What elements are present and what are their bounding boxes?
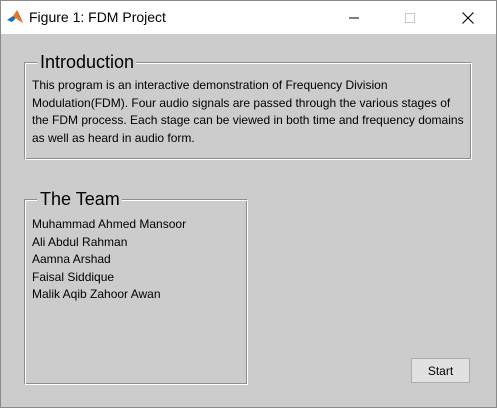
introduction-text: This program is an interactive demonstra… — [32, 78, 464, 145]
window-title: Figure 1: FDM Project — [29, 9, 166, 25]
team-member: Faisal Siddique — [32, 269, 115, 284]
team-member: Aamna Arshad — [32, 252, 111, 266]
maximize-icon — [405, 12, 415, 23]
figure-client-area: Introduction This program is an interact… — [1, 34, 496, 407]
close-button[interactable] — [445, 1, 491, 34]
team-panel-title: The Team — [37, 189, 122, 209]
figure-window: Figure 1: FDM Project Introduction This … — [0, 0, 497, 408]
team-panel: The Team Muhammad Ahmed Mansoor Ali Abdu… — [24, 189, 248, 385]
maximize-button[interactable] — [387, 1, 433, 34]
matlab-icon — [6, 8, 24, 26]
introduction-panel-title: Introduction — [37, 52, 137, 72]
minimize-icon — [349, 17, 359, 18]
title-bar[interactable]: Figure 1: FDM Project — [1, 1, 496, 34]
team-member: Muhammad Ahmed Mansoor — [32, 217, 187, 231]
start-button[interactable]: Start — [411, 358, 470, 383]
team-member: Malik Aqib Zahoor Awan — [32, 287, 161, 301]
minimize-button[interactable] — [331, 1, 377, 34]
team-member-list: Muhammad Ahmed Mansoor Ali Abdul Rahman … — [32, 216, 186, 304]
close-icon — [462, 11, 474, 24]
introduction-panel: Introduction This program is an interact… — [24, 52, 472, 160]
team-member: Ali Abdul Rahman — [32, 234, 128, 249]
